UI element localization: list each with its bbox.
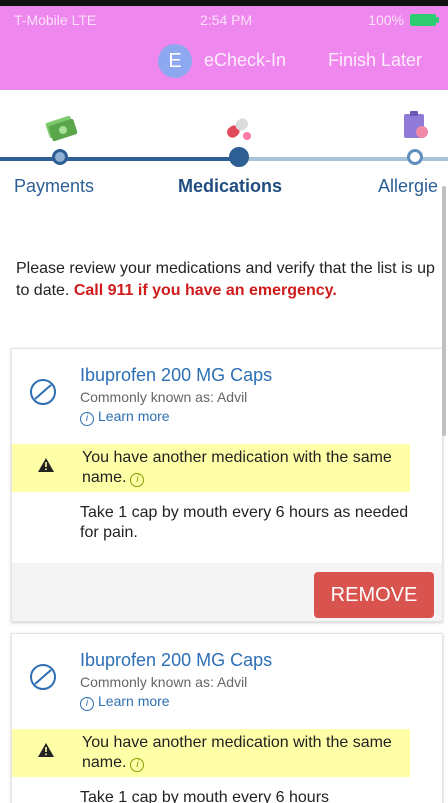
page-title: eCheck-In xyxy=(204,50,287,70)
pill-icon xyxy=(227,118,251,140)
finish-later-button[interactable]: Finish Later xyxy=(328,50,422,71)
allergy-icon xyxy=(404,111,428,138)
progress-steps: Payments Medications Allergie xyxy=(0,90,448,210)
status-right: 100% xyxy=(368,12,439,28)
alert-info-icon[interactable]: i xyxy=(130,758,145,772)
battery-percent: 100% xyxy=(368,12,404,28)
alert-info-icon[interactable]: i xyxy=(130,473,145,487)
step-label-medications[interactable]: Medications xyxy=(178,176,282,197)
medication-name[interactable]: Ibuprofen 200 MG Caps xyxy=(80,650,272,671)
card-footer: REMOVE xyxy=(12,563,442,621)
learn-more-link[interactable]: i Learn more xyxy=(80,693,170,711)
status-bar: T-Mobile LTE 2:54 PM 100% xyxy=(0,12,448,32)
medication-card: Ibuprofen 200 MG Caps Commonly known as:… xyxy=(11,348,443,622)
alert-text: You have another medication with the sam… xyxy=(82,733,402,773)
intro-text: Please review your medications and verif… xyxy=(16,258,436,302)
step-dot-payments[interactable] xyxy=(52,149,68,165)
time-text: 2:54 PM xyxy=(200,12,253,28)
info-icon: i xyxy=(80,697,94,711)
emergency-warning: Call 911 if you have an emergency. xyxy=(73,282,337,299)
medication-card: Ibuprofen 200 MG Caps Commonly known as:… xyxy=(11,633,443,803)
money-icon xyxy=(45,115,78,142)
duplicate-alert: You have another medication with the sam… xyxy=(12,444,410,492)
info-icon: i xyxy=(80,412,94,426)
carrier-text: T-Mobile LTE xyxy=(14,12,97,28)
warning-icon xyxy=(38,743,54,757)
scrollbar[interactable] xyxy=(442,186,446,436)
alert-message: You have another medication with the sam… xyxy=(82,734,392,771)
top-edge xyxy=(0,0,448,6)
main-content: Payments Medications Allergie Please rev… xyxy=(0,90,448,803)
step-label-allergies[interactable]: Allergie xyxy=(378,176,438,197)
medication-name[interactable]: Ibuprofen 200 MG Caps xyxy=(80,365,272,386)
learn-more-label: Learn more xyxy=(98,693,170,709)
battery-icon xyxy=(410,14,439,26)
warning-icon xyxy=(38,458,54,472)
echeckin-badge: E xyxy=(158,44,192,78)
medication-instructions: Take 1 cap by mouth every 6 hours xyxy=(80,789,330,803)
learn-more-link[interactable]: i Learn more xyxy=(80,408,170,426)
medication-known-as: Commonly known as: Advil xyxy=(80,389,248,405)
remove-button[interactable]: REMOVE xyxy=(314,572,434,618)
duplicate-alert: You have another medication with the sam… xyxy=(12,729,410,777)
step-dot-medications[interactable] xyxy=(229,147,249,167)
alert-message: You have another medication with the sam… xyxy=(82,449,392,486)
medication-instructions: Take 1 cap by mouth every 6 hours as nee… xyxy=(80,504,409,541)
step-dot-allergies[interactable] xyxy=(407,149,423,165)
medication-known-as: Commonly known as: Advil xyxy=(80,674,248,690)
tablet-icon xyxy=(30,379,56,405)
step-label-payments[interactable]: Payments xyxy=(14,176,94,197)
tablet-icon xyxy=(30,664,56,690)
alert-text: You have another medication with the sam… xyxy=(82,448,402,488)
header-bar: T-Mobile LTE 2:54 PM 100% E eCheck-In Fi… xyxy=(0,0,448,90)
learn-more-label: Learn more xyxy=(98,408,170,424)
nav-bar: E eCheck-In Finish Later xyxy=(0,44,448,80)
